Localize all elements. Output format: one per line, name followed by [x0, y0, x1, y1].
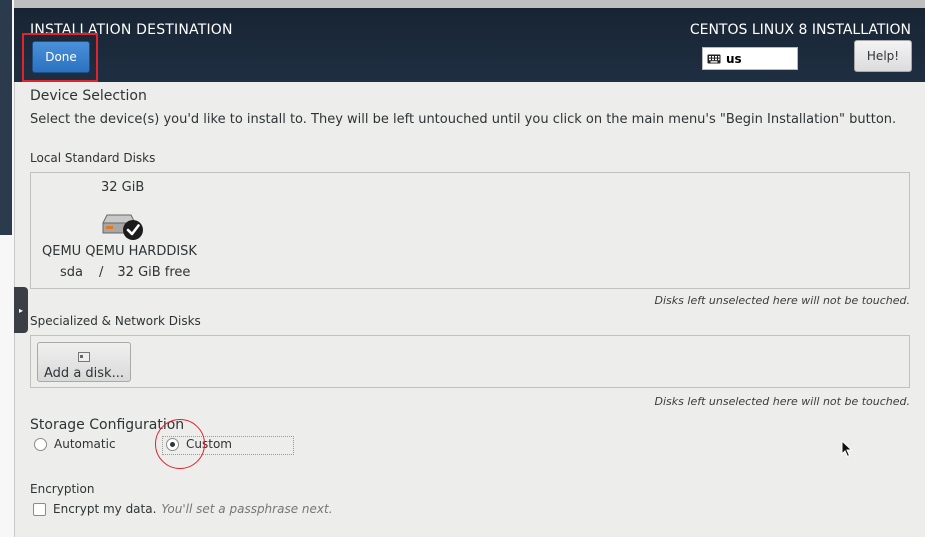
add-disk-button[interactable]: Add a disk...	[37, 342, 131, 382]
help-button[interactable]: Help!	[854, 40, 912, 72]
encrypt-checkbox[interactable]	[33, 502, 46, 516]
network-disks-note: Disks left unselected here will not be t…	[654, 395, 910, 408]
disk-add-icon	[78, 352, 90, 362]
encrypt-label: Encrypt my data.	[53, 502, 157, 516]
outer-window-dark-area	[0, 0, 12, 235]
encryption-heading: Encryption	[30, 482, 95, 496]
disk-sda[interactable]: 32 GiB QEMU QEMU HARDDISK sda / 32 GiB fre…	[41, 179, 211, 291]
disk-size: 32 GiB	[101, 180, 145, 195]
browser-url-bar	[14, 0, 925, 8]
local-disks-heading: Local Standard Disks	[30, 151, 156, 165]
keyboard-layout-indicator[interactable]: us	[702, 47, 798, 70]
disk-details: sda / 32 GiB free	[60, 265, 190, 280]
radio-automatic[interactable]: Automatic	[34, 437, 116, 451]
encrypt-hint: You'll set a passphrase next.	[161, 502, 333, 516]
caret-right-icon: ▸	[18, 305, 23, 315]
outer-window-edge	[0, 0, 15, 537]
harddisk-selected-icon	[102, 214, 143, 240]
radio-automatic-indicator[interactable]	[34, 437, 47, 451]
product-title: CENTOS LINUX 8 INSTALLATION	[689, 22, 911, 38]
add-disk-label: Add a disk...	[44, 366, 124, 381]
custom-highlight-circle	[155, 419, 205, 469]
mouse-cursor-icon	[841, 440, 853, 458]
network-disks-heading: Specialized & Network Disks	[30, 314, 201, 328]
disk-separator: /	[99, 265, 104, 280]
side-panel-toggle[interactable]: ▸	[14, 287, 28, 333]
disk-device: sda	[60, 265, 83, 280]
keyboard-layout-label: us	[726, 51, 742, 66]
done-button[interactable]: Done	[32, 41, 90, 73]
local-disks-note: Disks left unselected here will not be t…	[654, 294, 910, 307]
installer-header: INSTALLATION DESTINATION Done CENTOS LIN…	[14, 8, 925, 82]
encrypt-data-option[interactable]: Encrypt my data. You'll set a passphrase…	[33, 502, 333, 516]
radio-automatic-label: Automatic	[54, 437, 116, 451]
disk-free: 32 GiB free	[117, 265, 191, 280]
disk-model: QEMU QEMU HARDDISK	[42, 244, 197, 259]
network-disks-panel: Add a disk...	[30, 335, 910, 388]
device-selection-description: Select the device(s) you'd like to insta…	[30, 112, 897, 127]
keyboard-icon	[707, 54, 721, 63]
device-selection-heading: Device Selection	[30, 88, 147, 104]
local-disks-panel: 32 GiB QEMU QEMU HARDDISK sda / 32 GiB fre…	[30, 172, 910, 289]
